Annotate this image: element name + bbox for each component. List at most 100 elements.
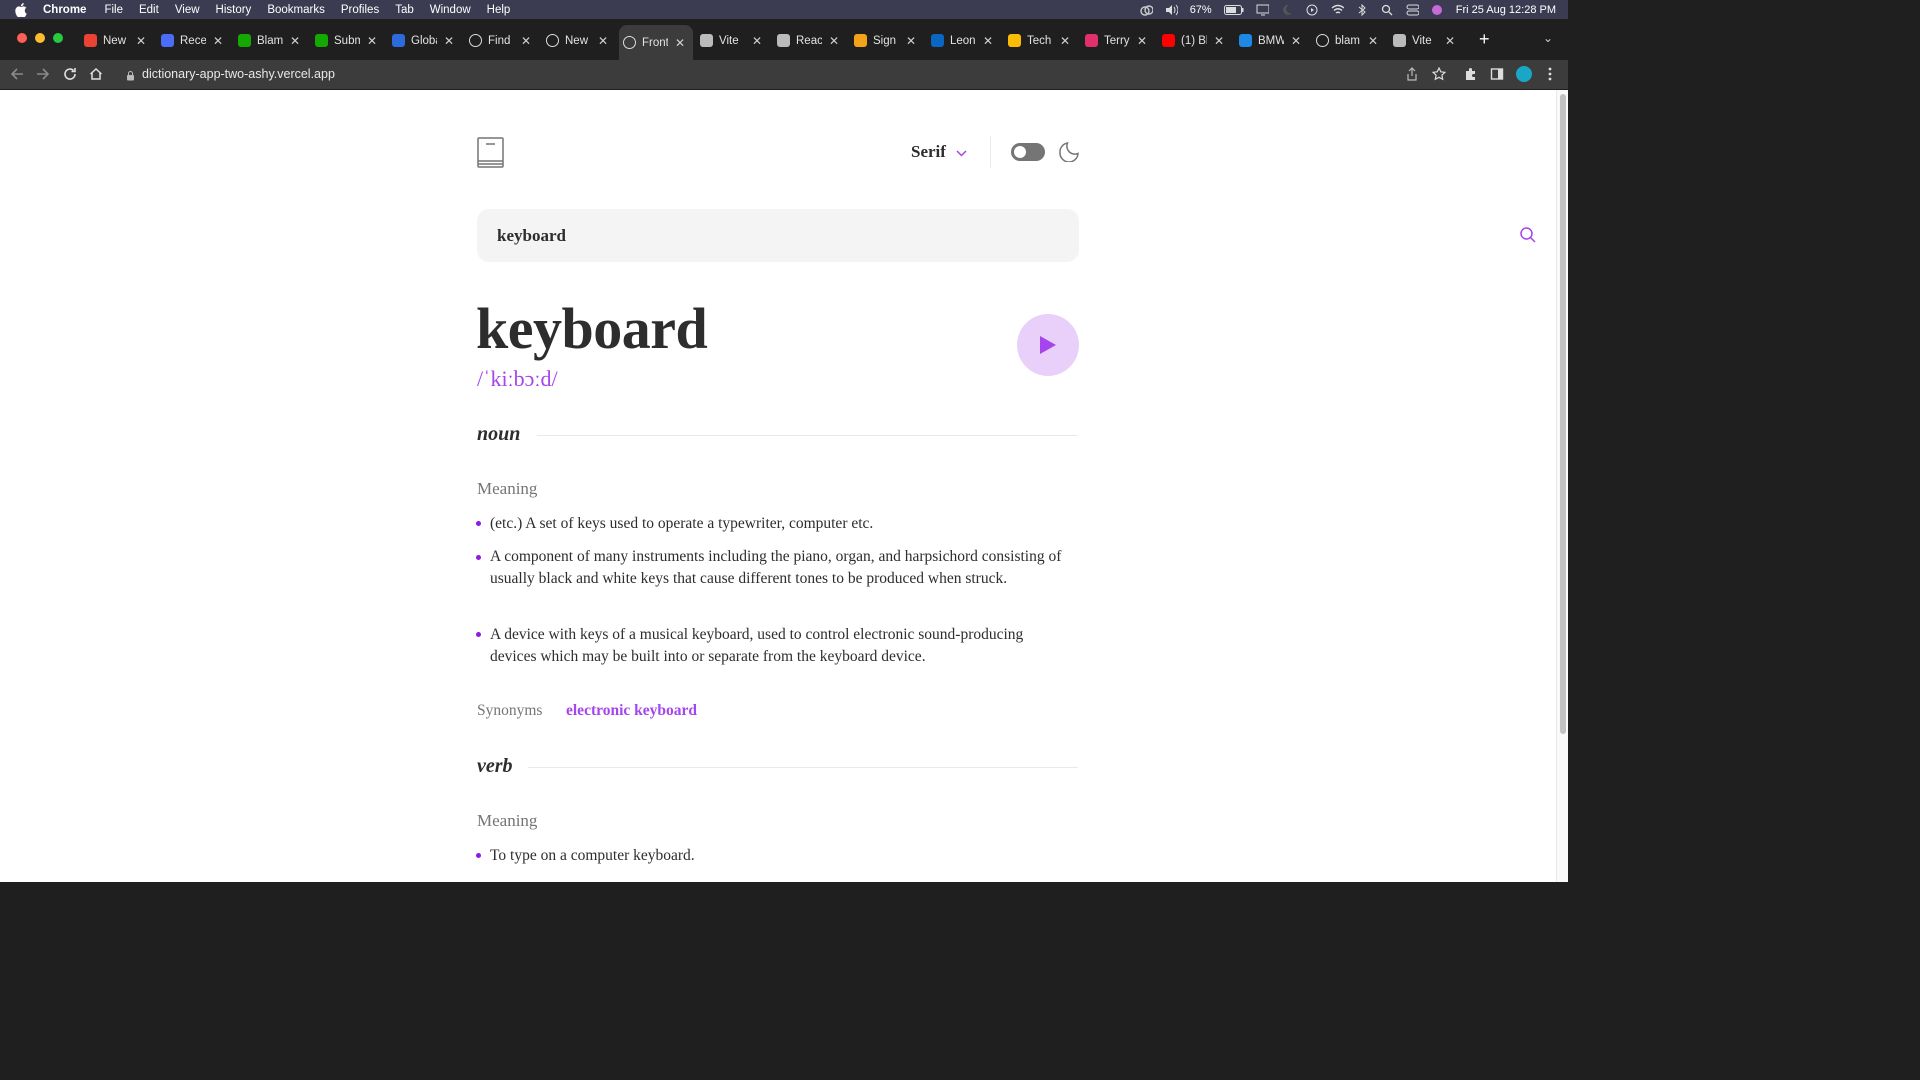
browser-tab[interactable]: Leon ✕ [931, 27, 997, 54]
search-input[interactable] [497, 221, 1017, 251]
reload-icon[interactable] [61, 65, 79, 83]
minimize-window-button[interactable] [35, 33, 45, 43]
menu-view[interactable]: View [175, 4, 200, 16]
play-pronunciation-button[interactable] [1017, 314, 1079, 376]
share-icon[interactable] [1403, 65, 1421, 83]
browser-tab[interactable]: BMW ✕ [1239, 27, 1305, 54]
menu-edit[interactable]: Edit [139, 4, 159, 16]
volume-icon[interactable] [1165, 3, 1178, 16]
spotlight-search-icon[interactable] [1381, 3, 1394, 16]
synonym-link[interactable]: electronic keyboard [566, 702, 697, 720]
close-tab-icon[interactable]: ✕ [367, 34, 377, 48]
scrollbar-thumb[interactable] [1560, 94, 1566, 734]
menu-tab[interactable]: Tab [395, 4, 414, 16]
close-tab-icon[interactable]: ✕ [752, 34, 762, 48]
browser-tab[interactable]: blam ✕ [1316, 27, 1382, 54]
tab-title: (1) Bl [1181, 34, 1207, 47]
page-scrollbar[interactable] [1556, 90, 1568, 882]
menu-history[interactable]: History [216, 4, 252, 16]
checkmark-icon [392, 34, 405, 47]
menu-app-name[interactable]: Chrome [43, 4, 86, 16]
close-tab-icon[interactable]: ✕ [1060, 34, 1070, 48]
globe-icon [1393, 34, 1406, 47]
close-tab-icon[interactable]: ✕ [1445, 34, 1455, 48]
browser-tab[interactable]: React ✕ [777, 27, 843, 54]
dictionary-page: Serif keyboard /ˈkiːbɔːd/ noun Meaning (… [0, 90, 1556, 882]
wifi-icon[interactable] [1331, 3, 1344, 16]
browser-tab[interactable]: Front ✕ [619, 25, 693, 60]
font-family-dropdown[interactable]: Serif [911, 142, 967, 162]
part-of-speech-verb: verb [477, 755, 513, 777]
menu-bookmarks[interactable]: Bookmarks [267, 4, 325, 16]
more-menu-icon[interactable] [1541, 65, 1559, 83]
close-tab-icon[interactable]: ✕ [906, 34, 916, 48]
close-tab-icon[interactable]: ✕ [136, 34, 146, 48]
browser-tab[interactable]: New ✕ [546, 27, 612, 54]
bookmark-star-icon[interactable] [1430, 65, 1448, 83]
creative-cloud-icon[interactable] [1139, 3, 1153, 16]
close-tab-icon[interactable]: ✕ [290, 34, 300, 48]
browser-tab[interactable]: Blam ✕ [238, 27, 304, 54]
close-tab-icon[interactable]: ✕ [213, 34, 223, 48]
close-tab-icon[interactable]: ✕ [521, 34, 531, 48]
browser-tab[interactable]: Subm ✕ [315, 27, 381, 54]
side-panel-icon[interactable] [1488, 65, 1506, 83]
browser-tab[interactable]: Vite ✕ [700, 27, 766, 54]
menu-window[interactable]: Window [430, 4, 471, 16]
control-center-icon[interactable] [1406, 3, 1419, 16]
play-circle-icon[interactable] [1306, 3, 1319, 16]
tab-title: Rece [180, 34, 206, 47]
clock-datetime[interactable]: Fri 25 Aug 12:28 PM [1456, 4, 1556, 16]
focus-moon-icon[interactable] [1281, 3, 1294, 16]
profile-avatar[interactable] [1515, 65, 1533, 83]
close-tab-icon[interactable]: ✕ [1291, 34, 1301, 48]
close-window-button[interactable] [17, 33, 27, 43]
instagram-icon [1085, 34, 1098, 47]
definition-item: (etc.) A set of keys used to operate a t… [490, 515, 874, 532]
close-tab-icon[interactable]: ✕ [983, 34, 993, 48]
search-icon[interactable] [1520, 227, 1536, 248]
close-tab-icon[interactable]: ✕ [444, 34, 454, 48]
address-bar[interactable]: dictionary-app-two-ashy.vercel.app [114, 62, 1464, 87]
browser-tab[interactable]: Globa ✕ [392, 27, 458, 54]
battery-icon[interactable] [1223, 3, 1244, 16]
close-tab-icon[interactable]: ✕ [1368, 34, 1378, 48]
bluetooth-icon[interactable] [1356, 3, 1369, 16]
browser-tab[interactable]: Tech ✕ [1008, 27, 1074, 54]
tab-title: blam [1335, 34, 1360, 47]
address-url[interactable]: dictionary-app-two-ashy.vercel.app [142, 67, 335, 81]
menu-file[interactable]: File [104, 4, 123, 16]
section-divider [528, 767, 1078, 768]
browser-tab[interactable]: Find ✕ [469, 27, 535, 54]
close-tab-icon[interactable]: ✕ [1214, 34, 1224, 48]
extensions-puzzle-icon[interactable] [1462, 65, 1480, 83]
browser-tab[interactable]: New ✕ [84, 27, 150, 54]
close-tab-icon[interactable]: ✕ [829, 34, 839, 48]
home-icon[interactable] [87, 65, 105, 83]
browser-tab[interactable]: (1) Bl ✕ [1162, 27, 1228, 54]
lock-icon[interactable] [126, 68, 135, 86]
menu-help[interactable]: Help [487, 4, 511, 16]
close-tab-icon[interactable]: ✕ [1137, 34, 1147, 48]
apple-logo-icon[interactable] [15, 2, 29, 17]
blue-circle-icon [161, 34, 174, 47]
new-tab-button[interactable]: + [1479, 29, 1490, 50]
browser-tab[interactable]: Sign ✕ [854, 27, 920, 54]
browser-tab-strip: New ✕ Rece ✕ Blam ✕ Subm ✕ Globa ✕ Find ✕ New ✕ Front ✕… [0, 19, 1568, 60]
dark-mode-toggle[interactable] [1011, 143, 1045, 161]
browser-tab[interactable]: Terry ✕ [1085, 27, 1151, 54]
menu-profiles[interactable]: Profiles [341, 4, 379, 16]
tab-title: Sign [873, 34, 897, 47]
tab-search-chevron-icon[interactable]: ⌄ [1543, 31, 1553, 45]
meaning-label: Meaning [477, 479, 538, 498]
book-logo-icon[interactable] [477, 137, 504, 173]
back-arrow-icon[interactable] [8, 65, 26, 83]
forward-arrow-icon[interactable] [34, 65, 52, 83]
close-tab-icon[interactable]: ✕ [675, 36, 685, 50]
browser-tab[interactable]: Rece ✕ [161, 27, 227, 54]
zoom-window-button[interactable] [53, 33, 63, 43]
browser-tab[interactable]: Vite ✕ [1393, 27, 1459, 54]
display-icon[interactable] [1256, 3, 1269, 16]
siri-icon[interactable] [1431, 3, 1444, 16]
close-tab-icon[interactable]: ✕ [598, 34, 608, 48]
